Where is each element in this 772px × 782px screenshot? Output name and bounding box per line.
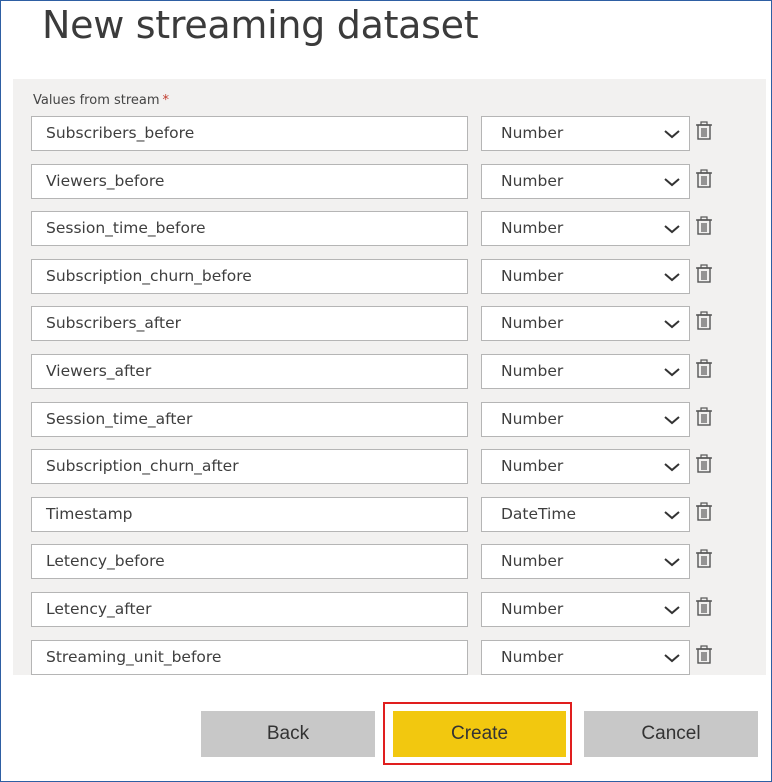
field-type-value: Number bbox=[501, 457, 564, 476]
value-row: Session_time_after Number bbox=[31, 401, 766, 439]
field-type-select[interactable]: Number bbox=[481, 211, 690, 247]
field-name-input[interactable]: Timestamp bbox=[31, 496, 468, 532]
field-type-value: Number bbox=[501, 409, 564, 428]
field-type-value: Number bbox=[501, 314, 564, 333]
trash-icon[interactable] bbox=[695, 216, 713, 236]
trash-icon[interactable] bbox=[695, 454, 713, 474]
dialog-title: New streaming dataset bbox=[42, 3, 479, 47]
required-marker: * bbox=[162, 93, 170, 108]
field-type-value: Number bbox=[501, 219, 564, 238]
chevron-down-icon bbox=[664, 225, 680, 234]
trash-icon[interactable] bbox=[695, 121, 713, 141]
value-row: Session_time_before Number bbox=[31, 211, 766, 248]
field-type-select[interactable]: Number bbox=[481, 591, 690, 627]
dialog-footer: Back Create Cancel bbox=[1, 691, 771, 781]
field-name-input[interactable]: Letency_after bbox=[31, 591, 468, 627]
trash-icon[interactable] bbox=[695, 597, 713, 617]
streaming-dataset-dialog: New streaming dataset Values from stream… bbox=[0, 0, 772, 782]
field-name-input[interactable]: Session_time_before bbox=[31, 211, 468, 247]
values-panel[interactable]: Values from stream * Subscribers_before Nu… bbox=[13, 79, 766, 675]
value-row: Letency_after Number bbox=[31, 591, 766, 629]
field-type-value: Number bbox=[501, 171, 564, 190]
chevron-down-icon bbox=[664, 510, 680, 520]
field-name-input[interactable]: Subscription_churn_after bbox=[31, 449, 468, 485]
trash-icon[interactable] bbox=[695, 359, 713, 379]
field-type-select[interactable]: Number bbox=[481, 163, 690, 199]
trash-icon[interactable] bbox=[695, 311, 713, 331]
chevron-down-icon bbox=[664, 320, 680, 329]
value-row: Subscribers_after Number bbox=[31, 306, 766, 343]
trash-icon[interactable] bbox=[695, 406, 713, 427]
field-type-value: Number bbox=[501, 647, 564, 666]
trash-icon[interactable] bbox=[695, 644, 713, 665]
chevron-down-icon bbox=[664, 558, 680, 567]
field-type-value: Number bbox=[501, 361, 564, 380]
field-type-value: Number bbox=[501, 552, 564, 571]
field-type-select[interactable]: Number bbox=[481, 116, 690, 151]
value-row: Subscription_churn_after Number bbox=[31, 449, 766, 486]
value-row: Subscribers_before Number bbox=[31, 116, 766, 153]
chevron-down-icon bbox=[664, 463, 680, 472]
field-name-input[interactable]: Letency_before bbox=[31, 544, 468, 580]
field-type-select[interactable]: Number bbox=[481, 258, 690, 294]
chevron-down-icon bbox=[664, 606, 680, 615]
chevron-down-icon bbox=[664, 653, 680, 662]
value-row: Subscription_churn_before Number bbox=[31, 258, 766, 296]
field-type-select[interactable]: Number bbox=[481, 449, 690, 485]
trash-icon[interactable] bbox=[695, 264, 713, 284]
create-button[interactable]: Create bbox=[393, 711, 566, 757]
value-row: Timestamp DateTime bbox=[31, 496, 766, 534]
value-row: Viewers_after Number bbox=[31, 353, 766, 391]
field-type-select[interactable]: Number bbox=[481, 401, 690, 437]
chevron-down-icon bbox=[664, 368, 680, 377]
field-type-select[interactable]: DateTime bbox=[481, 496, 690, 532]
back-button[interactable]: Back bbox=[201, 711, 375, 757]
field-type-select[interactable]: Number bbox=[481, 544, 690, 580]
field-name-input[interactable]: Subscription_churn_before bbox=[31, 258, 468, 294]
field-name-input[interactable]: Viewers_before bbox=[31, 163, 468, 199]
field-name-input[interactable]: Viewers_after bbox=[31, 353, 468, 389]
value-rows: Subscribers_before Number Viewers_before Nu… bbox=[31, 116, 766, 675]
chevron-down-icon bbox=[664, 177, 680, 186]
field-type-value: Number bbox=[501, 124, 564, 142]
chevron-down-icon bbox=[664, 130, 680, 139]
field-type-select[interactable]: Number bbox=[481, 639, 690, 675]
trash-icon[interactable] bbox=[695, 502, 713, 522]
field-type-value: Number bbox=[501, 599, 564, 618]
values-from-stream-label: Values from stream * bbox=[33, 93, 169, 108]
field-name-input[interactable]: Subscribers_before bbox=[31, 116, 468, 151]
cancel-button[interactable]: Cancel bbox=[584, 711, 758, 757]
chevron-down-icon bbox=[664, 415, 680, 424]
value-row: Viewers_before Number bbox=[31, 163, 766, 201]
value-row: Streaming_unit_before Number bbox=[31, 639, 766, 675]
field-type-value: DateTime bbox=[501, 504, 576, 523]
trash-icon[interactable] bbox=[695, 168, 713, 189]
values-label-text: Values from stream bbox=[33, 93, 160, 108]
field-name-input[interactable]: Subscribers_after bbox=[31, 306, 468, 342]
field-name-input[interactable]: Session_time_after bbox=[31, 401, 468, 437]
field-type-select[interactable]: Number bbox=[481, 306, 690, 342]
field-type-value: Number bbox=[501, 266, 564, 285]
chevron-down-icon bbox=[664, 273, 680, 282]
field-type-select[interactable]: Number bbox=[481, 353, 690, 389]
value-row: Letency_before Number bbox=[31, 544, 766, 581]
trash-icon[interactable] bbox=[695, 549, 713, 569]
field-name-input[interactable]: Streaming_unit_before bbox=[31, 639, 468, 675]
